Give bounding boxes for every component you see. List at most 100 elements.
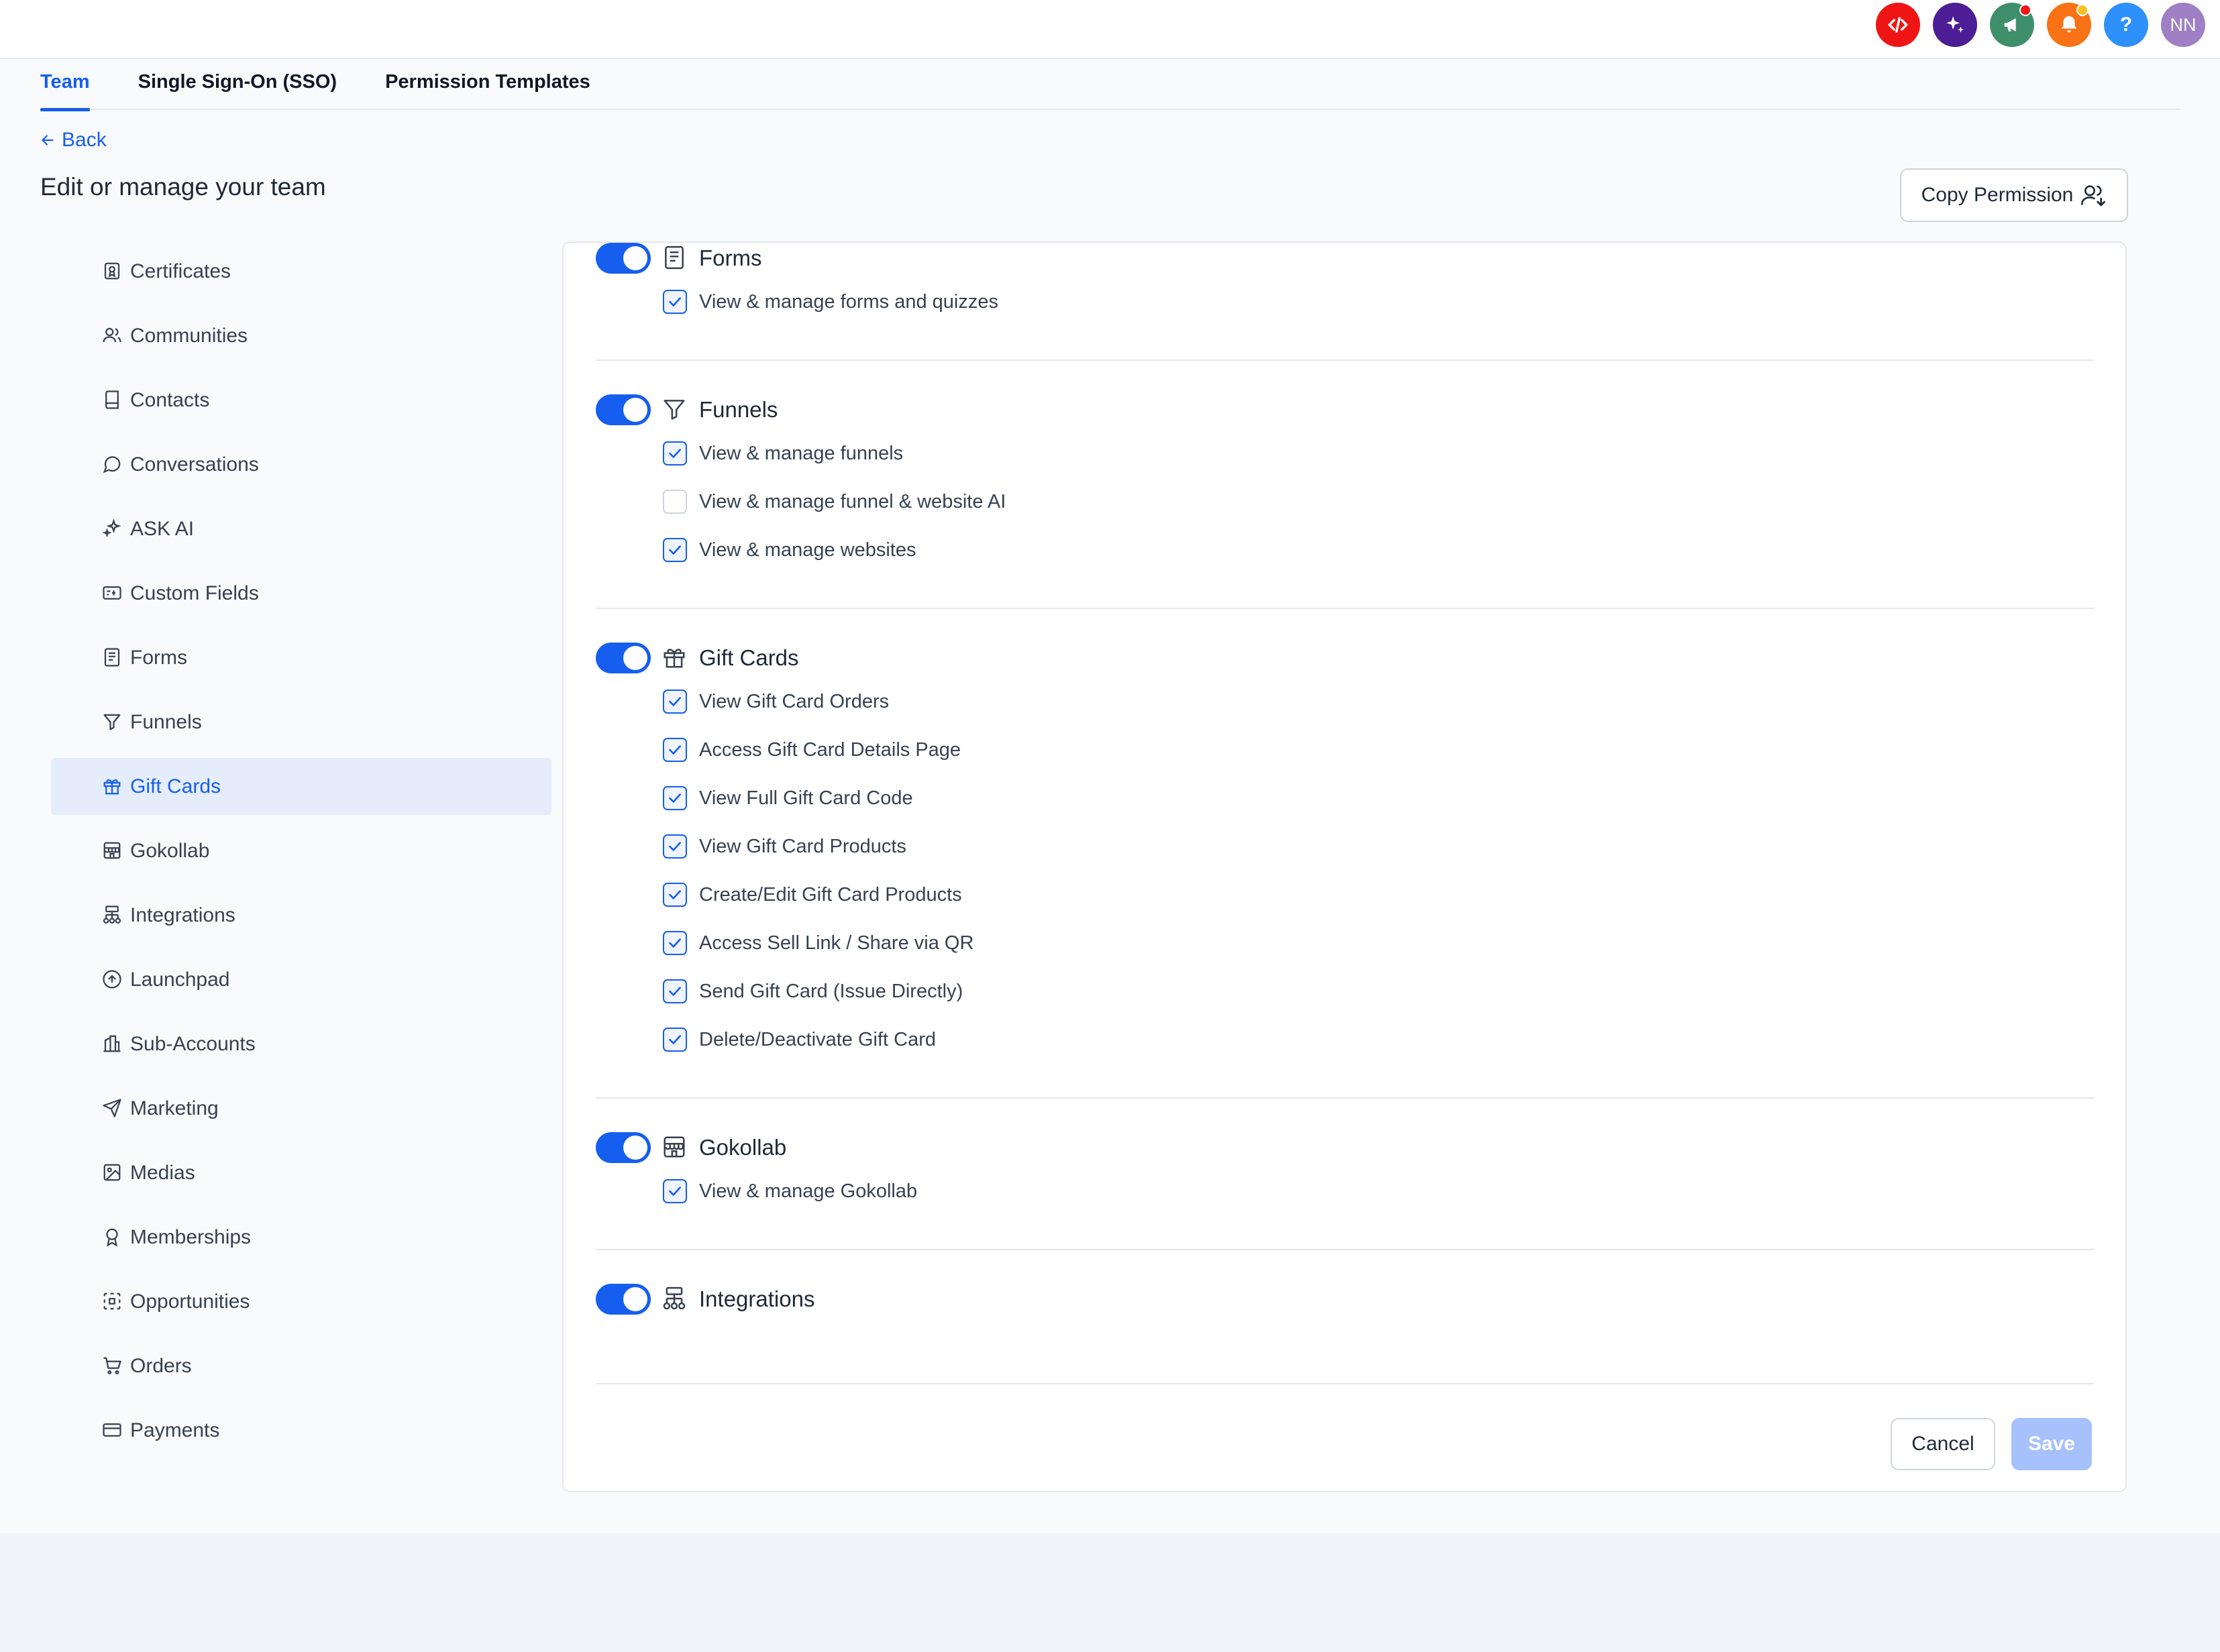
permission-label: Send Gift Card (Issue Directly): [699, 980, 963, 1002]
sparkle-icon[interactable]: [1933, 3, 1977, 47]
funnels-toggle[interactable]: [596, 394, 651, 425]
permission-item[interactable]: View Full Gift Card Code: [663, 786, 913, 810]
sidebar-item-opportunities[interactable]: Opportunities: [51, 1273, 551, 1330]
chat-icon: [102, 454, 123, 476]
opportunities-icon: [102, 1291, 123, 1313]
arrow-left-icon: [42, 135, 54, 146]
group-title: Gokollab: [699, 1135, 787, 1160]
permissions-scroll-area[interactable]: Forms View & manage forms and quizzes Fu…: [564, 243, 2125, 1383]
sidebar-item-payments[interactable]: Payments: [51, 1402, 551, 1459]
permission-item[interactable]: Access Sell Link / Share via QR: [663, 931, 973, 955]
funnel-icon: [102, 712, 123, 733]
forms-toggle[interactable]: [596, 243, 651, 274]
checkbox-checked[interactable]: [663, 883, 687, 907]
code-icon[interactable]: [1876, 3, 1920, 47]
footer-divider: [596, 1383, 2095, 1384]
copy-permission-button[interactable]: Copy Permission: [1900, 168, 2128, 222]
permission-item[interactable]: Send Gift Card (Issue Directly): [663, 979, 963, 1003]
sidebar-item-memberships[interactable]: Memberships: [51, 1209, 551, 1266]
notification-dot: [2076, 4, 2089, 16]
sidebar-item-forms[interactable]: Forms: [51, 629, 551, 686]
sidebar-item-label: Gokollab: [130, 839, 210, 862]
sidebar-item-funnels[interactable]: Funnels: [51, 694, 551, 751]
permission-item[interactable]: Access Gift Card Details Page: [663, 738, 961, 762]
permission-item[interactable]: Delete/Deactivate Gift Card: [663, 1028, 936, 1052]
sidebar-item-sub-accounts[interactable]: Sub-Accounts: [51, 1015, 551, 1072]
sidebar-item-launchpad[interactable]: Launchpad: [51, 951, 551, 1008]
sidebar-item-label: Sub-Accounts: [130, 1032, 256, 1055]
permission-item[interactable]: View & manage Gokollab: [663, 1179, 917, 1203]
sidebar-item-gokollab[interactable]: Gokollab: [51, 822, 551, 879]
checkbox-checked[interactable]: [663, 931, 687, 955]
sidebar-item-conversations[interactable]: Conversations: [51, 436, 551, 493]
tab-sso[interactable]: Single Sign-On (SSO): [138, 59, 337, 110]
sidebar-item-gift-cards[interactable]: Gift Cards: [51, 758, 551, 815]
sidebar-item-medias[interactable]: Medias: [51, 1144, 551, 1201]
group-header: Forms: [596, 243, 762, 274]
user-copy-icon: [2081, 185, 2106, 207]
checkbox-checked[interactable]: [663, 738, 687, 762]
sidebar-item-label: ASK AI: [130, 517, 195, 540]
group-header: Integrations: [596, 1284, 814, 1315]
permission-label: View & manage funnels: [699, 442, 904, 464]
checkbox-checked[interactable]: [663, 290, 687, 314]
store-icon: [662, 1134, 688, 1161]
sidebar-item-ask-ai[interactable]: ASK AI: [51, 500, 551, 557]
checkbox-unchecked[interactable]: [663, 490, 687, 514]
back-link[interactable]: Back: [39, 129, 107, 152]
gokollab-toggle[interactable]: [596, 1132, 651, 1163]
book-icon: [102, 390, 123, 411]
sidebar-item-label: Memberships: [130, 1225, 252, 1248]
sidebar-item-label: Opportunities: [130, 1290, 250, 1313]
permission-sidebar: Certificates Communities Contacts Conver…: [51, 243, 551, 1497]
permission-label: Access Gift Card Details Page: [699, 738, 961, 761]
permission-item[interactable]: Create/Edit Gift Card Products: [663, 883, 962, 907]
permission-item[interactable]: View & manage websites: [663, 538, 916, 562]
group-header: Gokollab: [596, 1132, 786, 1163]
sidebar-item-certificates[interactable]: Certificates: [51, 243, 551, 300]
save-button[interactable]: Save: [2011, 1418, 2092, 1470]
permission-label: View Gift Card Products: [699, 835, 906, 857]
permission-item[interactable]: View & manage funnel & website AI: [663, 490, 1006, 514]
sidebar-item-custom-fields[interactable]: Custom Fields: [51, 565, 551, 622]
group-divider: [596, 1097, 2095, 1099]
permission-item[interactable]: View & manage forms and quizzes: [663, 290, 998, 314]
sidebar-item-marketing[interactable]: Marketing: [51, 1080, 551, 1137]
users-icon: [102, 325, 123, 347]
award-icon: [102, 1227, 123, 1248]
permission-item[interactable]: View Gift Card Products: [663, 834, 906, 859]
permission-item[interactable]: View Gift Card Orders: [663, 690, 889, 714]
notification-dot: [2019, 4, 2031, 16]
permission-item[interactable]: View & manage funnels: [663, 441, 903, 465]
checkbox-checked[interactable]: [663, 979, 687, 1003]
form-icon: [662, 245, 688, 272]
sidebar-item-label: Conversations: [130, 453, 259, 476]
checkbox-checked[interactable]: [663, 1028, 687, 1052]
form-icon: [102, 647, 123, 669]
integrations-toggle[interactable]: [596, 1284, 651, 1315]
checkbox-checked[interactable]: [663, 786, 687, 810]
sidebar-item-orders[interactable]: Orders: [51, 1337, 551, 1394]
tab-permission-templates[interactable]: Permission Templates: [385, 59, 590, 110]
tab-team[interactable]: Team: [40, 59, 90, 111]
megaphone-icon[interactable]: [1990, 3, 2034, 47]
checkbox-checked[interactable]: [663, 690, 687, 714]
gift-cards-toggle[interactable]: [596, 643, 651, 673]
funnel-icon: [662, 396, 688, 423]
checkbox-checked[interactable]: [663, 1179, 687, 1203]
group-title: Forms: [699, 245, 762, 270]
permission-label: View Full Gift Card Code: [699, 787, 913, 809]
checkbox-checked[interactable]: [663, 538, 687, 562]
help-icon[interactable]: ?: [2104, 3, 2148, 47]
bell-icon[interactable]: [2047, 3, 2091, 47]
certificate-icon: [102, 261, 123, 282]
cancel-button[interactable]: Cancel: [1891, 1418, 1995, 1470]
back-label: Back: [62, 129, 107, 151]
sidebar-item-communities[interactable]: Communities: [51, 307, 551, 364]
avatar[interactable]: NN: [2161, 3, 2205, 47]
sidebar-item-contacts[interactable]: Contacts: [51, 372, 551, 429]
sidebar-item-integrations[interactable]: Integrations: [51, 887, 551, 944]
permission-label: View & manage funnel & website AI: [699, 490, 1006, 512]
checkbox-checked[interactable]: [663, 834, 687, 859]
checkbox-checked[interactable]: [663, 441, 687, 465]
